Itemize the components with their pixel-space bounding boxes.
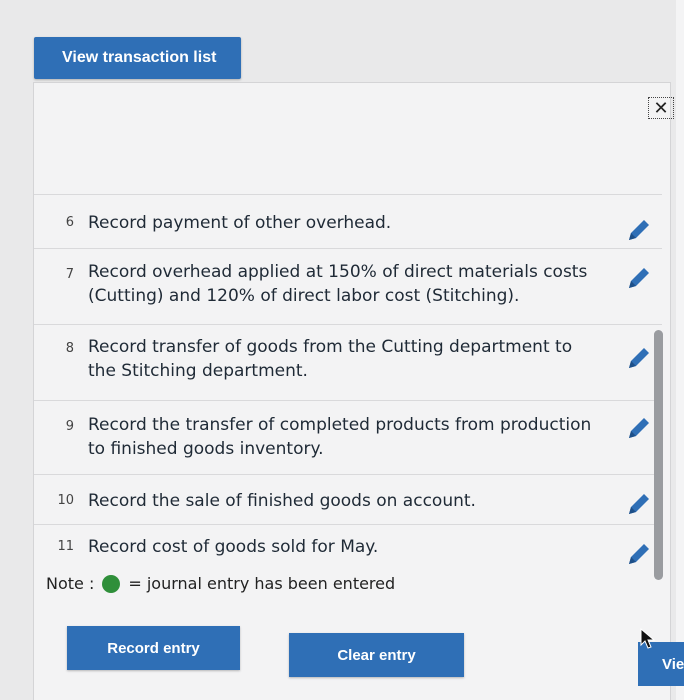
- transaction-row: 6 Record payment of other overhead.: [34, 194, 662, 248]
- pencil-icon[interactable]: [626, 265, 652, 291]
- transaction-description: Record the transfer of completed product…: [88, 415, 592, 459]
- transaction-number: 6: [65, 215, 74, 230]
- clear-entry-button[interactable]: Clear entry: [289, 633, 464, 677]
- transaction-number: 10: [57, 493, 74, 508]
- transaction-description: Record overhead applied at 150% of direc…: [88, 262, 588, 306]
- transaction-number: 7: [65, 267, 74, 282]
- transaction-row: 8 Record transfer of goods from the Cutt…: [34, 324, 662, 400]
- window-edge: [676, 0, 684, 700]
- transaction-description: Record cost of goods sold for May.: [88, 537, 379, 557]
- pencil-icon[interactable]: [626, 541, 652, 567]
- note-prefix: Note :: [46, 574, 95, 593]
- close-icon[interactable]: ✕: [648, 97, 674, 119]
- cursor-icon: [640, 628, 656, 649]
- note-text: = journal entry has been entered: [128, 574, 396, 593]
- pencil-icon[interactable]: [626, 345, 652, 371]
- legend-note: Note : = journal entry has been entered: [46, 574, 395, 593]
- transaction-description: Record the sale of finished goods on acc…: [88, 491, 476, 511]
- scrollbar[interactable]: [654, 330, 663, 580]
- transaction-description: Record payment of other overhead.: [88, 213, 392, 233]
- view-transaction-list-button[interactable]: View transaction list: [34, 37, 241, 79]
- transaction-number: 11: [57, 539, 74, 554]
- transaction-row: 7 Record overhead applied at 150% of dir…: [34, 248, 662, 324]
- transaction-row: 11 Record cost of goods sold for May.: [34, 524, 662, 568]
- pencil-icon[interactable]: [626, 415, 652, 441]
- pencil-icon[interactable]: [626, 491, 652, 517]
- transaction-row: 10 Record the sale of finished goods on …: [34, 474, 662, 524]
- transaction-description: Record transfer of goods from the Cuttin…: [88, 337, 573, 381]
- pencil-icon[interactable]: [626, 217, 652, 243]
- transaction-row: 9 Record the transfer of completed produ…: [34, 400, 662, 474]
- record-entry-button[interactable]: Record entry: [67, 626, 240, 670]
- entered-status-icon: [102, 574, 121, 593]
- transaction-number: 9: [65, 419, 74, 434]
- transaction-number: 8: [65, 341, 74, 356]
